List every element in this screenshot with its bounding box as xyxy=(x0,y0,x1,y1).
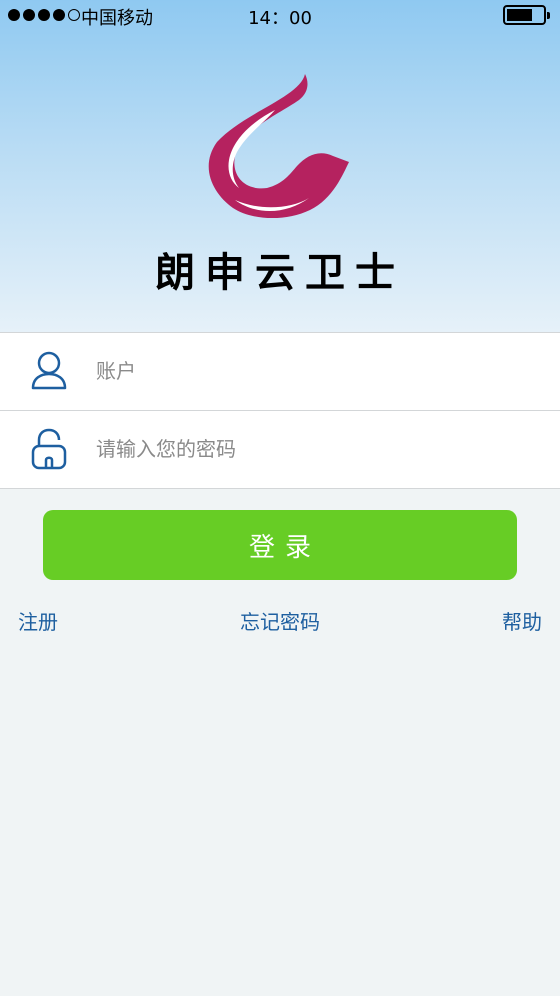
unlock-icon xyxy=(31,428,67,470)
forgot-password-link[interactable]: 忘记密码 xyxy=(0,606,560,635)
help-link[interactable]: 帮助 xyxy=(502,606,542,635)
battery-icon xyxy=(503,5,550,25)
password-row xyxy=(0,410,560,489)
user-icon xyxy=(31,351,67,390)
swan-logo-icon xyxy=(208,74,349,219)
status-time: 14：00 xyxy=(248,8,312,29)
login-button[interactable]: 登录 xyxy=(43,510,517,580)
account-input[interactable] xyxy=(96,351,536,391)
brand-name: 朗申云卫士 xyxy=(155,249,405,296)
status-bar: 中国移动 14：00 xyxy=(0,0,560,30)
account-row xyxy=(0,332,560,411)
password-input[interactable] xyxy=(96,429,536,469)
